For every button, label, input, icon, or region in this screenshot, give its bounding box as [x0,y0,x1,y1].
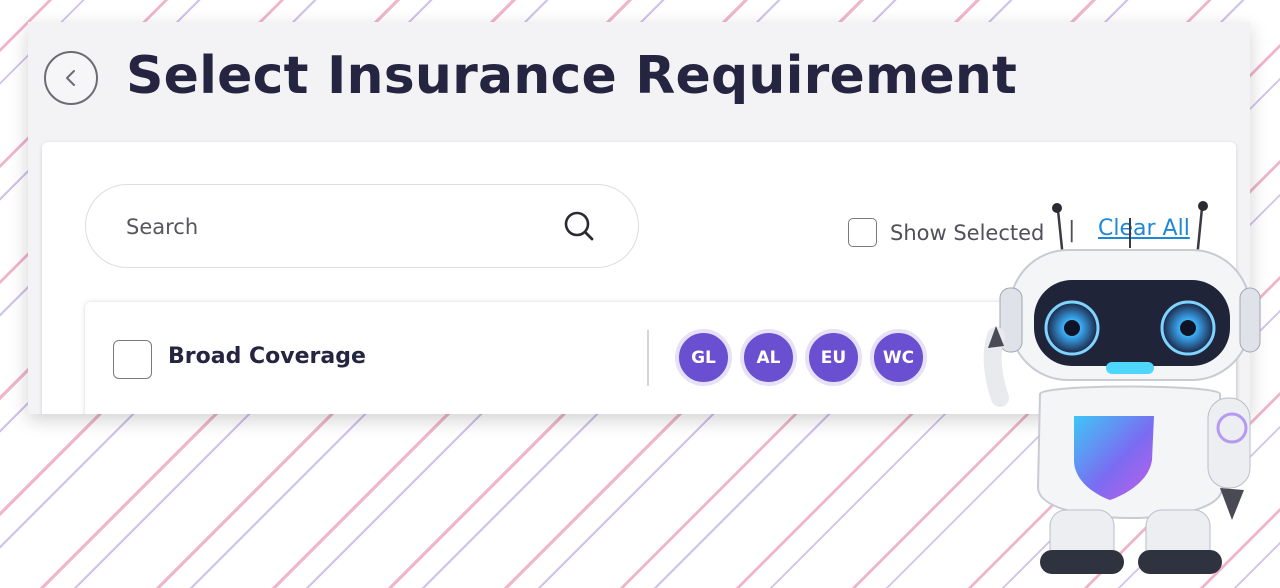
search-icon[interactable] [560,207,600,247]
coverage-tag: EU [805,329,862,386]
chevron-left-icon [66,70,75,86]
coverage-tags: GL AL EU WC [675,329,935,386]
row-divider [647,330,649,386]
coverage-tag: AL [740,329,797,386]
back-button[interactable] [44,51,98,105]
requirement-title: Broad Coverage [168,344,366,369]
coverage-tag: WC [870,329,927,386]
robot-mascot-illustration [983,201,1261,574]
page-title: Select Insurance Requirement [126,46,1018,106]
coverage-tag: GL [675,329,732,386]
requirement-checkbox[interactable] [113,340,152,379]
show-selected-checkbox[interactable] [848,218,877,247]
search-field[interactable] [85,184,639,268]
search-input[interactable] [126,209,546,245]
